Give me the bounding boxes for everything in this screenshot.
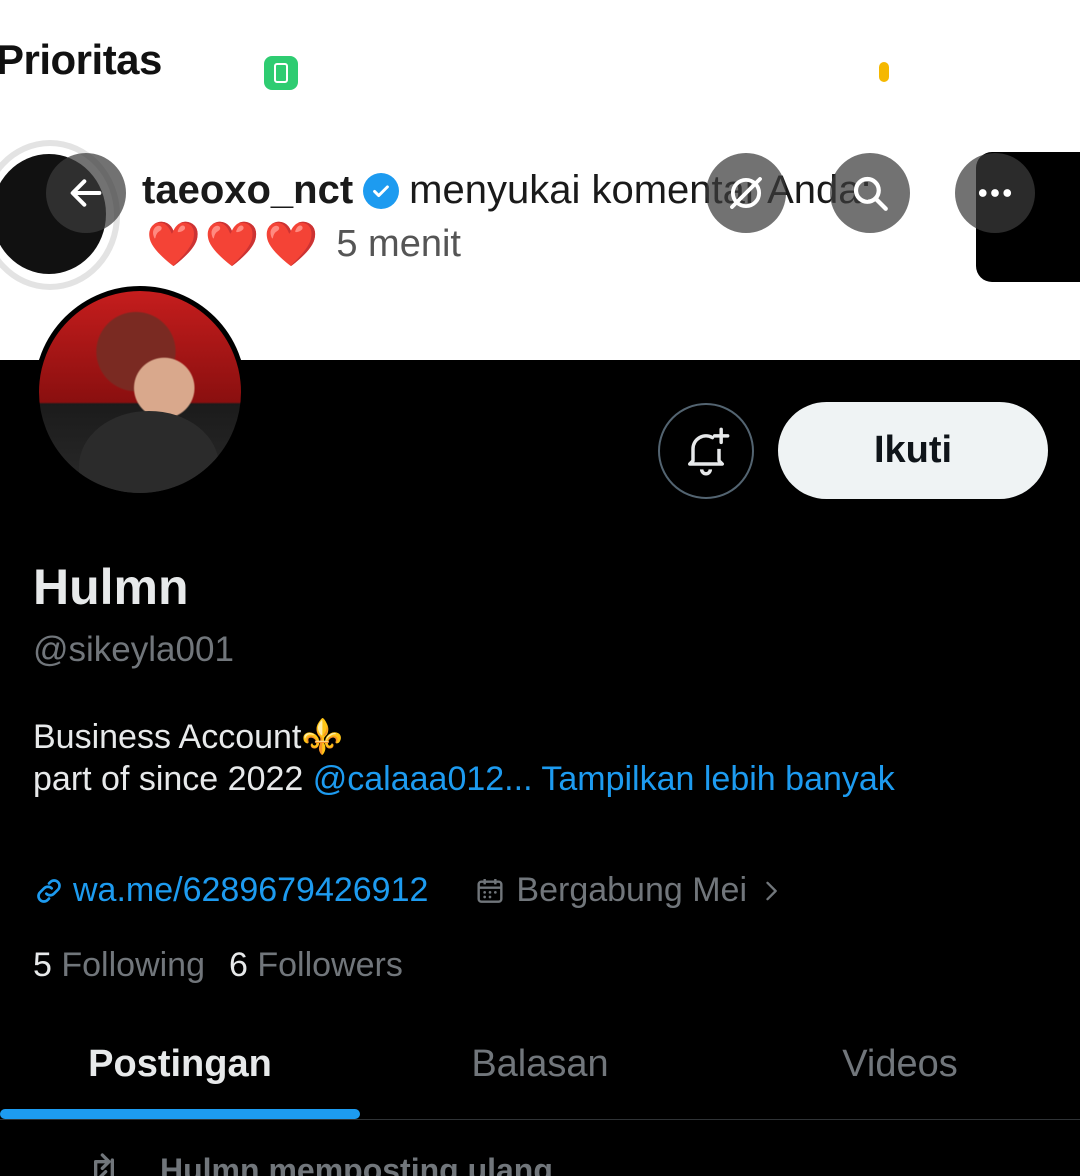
- verified-badge-icon: [363, 172, 400, 209]
- notification-username: taeoxo_nct: [142, 168, 354, 212]
- notify-button[interactable]: [658, 403, 754, 499]
- show-more-link[interactable]: Tampilkan lebih banyak: [533, 760, 894, 798]
- bio-text: part of since 2022: [33, 760, 313, 798]
- bell-plus-icon: [688, 427, 730, 476]
- tab-balasan[interactable]: Balasan: [360, 1010, 720, 1119]
- arrow-left-icon: [70, 179, 102, 207]
- followers-label: Followers: [257, 946, 403, 984]
- website-text: wa.me/6289679426912: [73, 871, 429, 909]
- more-icon: [978, 189, 1012, 197]
- tab-videos[interactable]: Videos: [720, 1010, 1080, 1119]
- following-count-link[interactable]: 5 Following: [33, 946, 205, 985]
- followers-count-link[interactable]: 6 Followers: [229, 946, 403, 985]
- no-sync-icon: [730, 177, 762, 209]
- bio-mention-link[interactable]: @calaaa012...: [313, 760, 533, 798]
- notification-meta: ❤️❤️❤️ 5 menit: [146, 218, 461, 270]
- search-button[interactable]: [830, 153, 910, 233]
- search-icon: [853, 176, 888, 211]
- profile-tabs: Postingan Balasan Videos: [0, 1010, 1080, 1120]
- follow-button[interactable]: Ikuti: [778, 402, 1048, 499]
- following-count: 5: [33, 946, 52, 984]
- following-label: Following: [61, 946, 205, 984]
- chevron-right-icon: [766, 881, 777, 900]
- calendar-icon: [477, 878, 503, 903]
- back-button[interactable]: [46, 153, 126, 233]
- repost-text: Hulmn memposting ulang: [160, 1151, 553, 1176]
- repost-icon: [94, 1153, 114, 1176]
- hearts-emoji: ❤️❤️❤️: [146, 220, 323, 269]
- joined-date[interactable]: Bergabung Mei: [474, 871, 785, 910]
- status-dot: [879, 62, 889, 82]
- tab-postingan[interactable]: Postingan: [0, 1010, 360, 1119]
- joined-text: Bergabung Mei: [516, 871, 748, 909]
- profile-handle: @sikeyla001: [33, 630, 234, 669]
- profile-name: Hulmn: [33, 559, 189, 615]
- battery-icon: [264, 56, 298, 90]
- profile-bio: Business Account⚜️ part of since 2022 @c…: [33, 716, 895, 800]
- link-icon: [37, 878, 61, 903]
- notification-time: 5 menit: [336, 222, 461, 265]
- banner-priority-text: Prioritas: [0, 36, 162, 83]
- avatar-figure: [79, 411, 219, 493]
- more-button[interactable]: [955, 153, 1035, 233]
- bio-line-2: part of since 2022 @calaaa012... Tampilk…: [33, 758, 895, 800]
- follow-counts: 5 Following 6 Followers: [33, 946, 403, 985]
- spam-button[interactable]: [706, 153, 786, 233]
- repost-header: Hulmn memposting ulang: [84, 1150, 553, 1176]
- website-link[interactable]: wa.me/6289679426912: [33, 871, 428, 910]
- notification-action: menyukai komentar Anda:: [409, 168, 872, 212]
- followers-count: 6: [229, 946, 248, 984]
- profile-meta: wa.me/6289679426912 Bergabung Mei: [33, 871, 785, 910]
- profile-avatar[interactable]: [34, 286, 246, 498]
- bio-line-1: Business Account⚜️: [33, 718, 344, 756]
